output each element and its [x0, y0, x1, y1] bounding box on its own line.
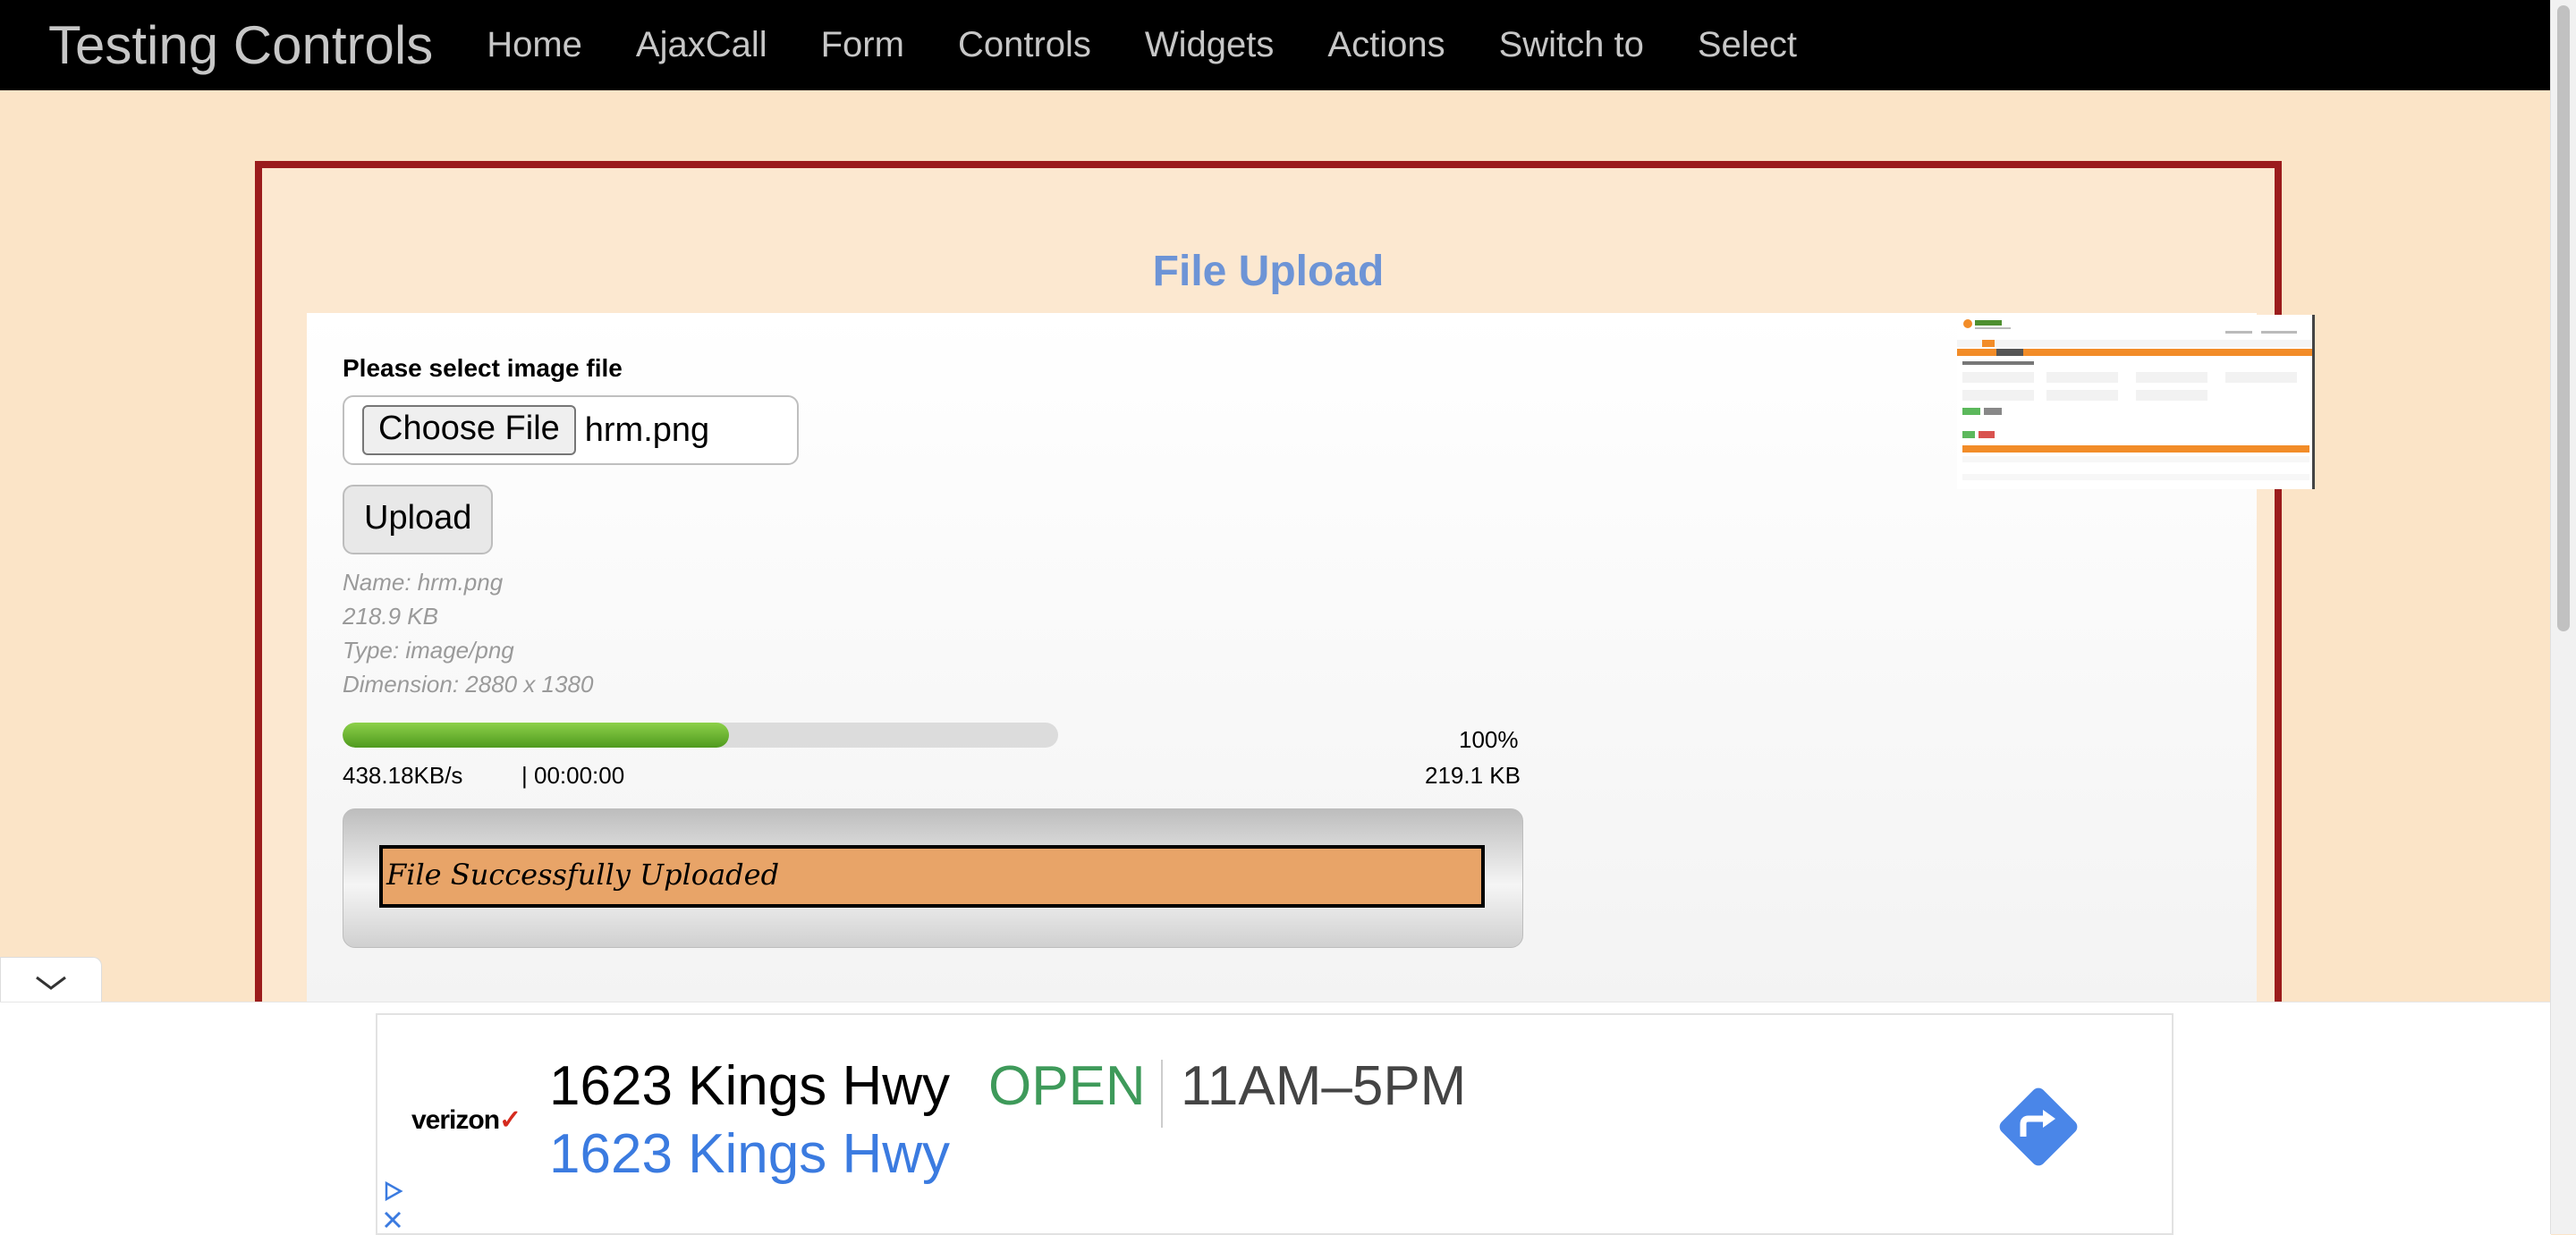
chevron-down-icon	[36, 976, 66, 990]
verizon-logo: verizon✓	[411, 1105, 521, 1135]
file-name-info: Name: hrm.png	[343, 569, 504, 596]
ad-divider	[1161, 1060, 1163, 1128]
upload-button[interactable]: Upload	[343, 485, 494, 554]
nav-widgets[interactable]: Widgets	[1118, 25, 1301, 65]
progress-percent: 100%	[1459, 726, 1519, 753]
close-icon[interactable]	[381, 1208, 404, 1231]
upload-time: | 00:00:00	[521, 762, 625, 789]
nav-ajaxcall[interactable]: AjaxCall	[609, 25, 794, 65]
adchoices-icon[interactable]	[381, 1180, 404, 1203]
preview-thumbnail-graphic	[1957, 315, 2312, 489]
upload-panel: Please select image file Choose File hrm…	[307, 313, 2315, 1002]
ad-banner-bar: verizon✓ 1623 Kings Hwy OPEN 11AM–5PM 16…	[0, 1002, 2551, 1235]
file-size-info: 218.9 KB	[343, 603, 438, 630]
ad-hours: 11AM–5PM	[1181, 1055, 1467, 1117]
brand-title[interactable]: Testing Controls	[48, 14, 433, 76]
nav-home[interactable]: Home	[460, 25, 609, 65]
page-scrollbar[interactable]	[2550, 0, 2576, 1234]
nav-actions[interactable]: Actions	[1301, 25, 1471, 65]
choose-file-button[interactable]: Choose File	[362, 405, 576, 455]
nav-switch-to[interactable]: Switch to	[1472, 25, 1671, 65]
ad-open-status: OPEN	[988, 1055, 1146, 1117]
uploaded-size: 219.1 KB	[1425, 762, 1521, 789]
status-container: File Successfully Uploaded	[343, 808, 1523, 948]
file-dimension-info: Dimension: 2880 x 1380	[343, 671, 594, 698]
select-file-label: Please select image file	[343, 354, 623, 382]
upload-speed: 438.18KB/s	[343, 762, 463, 789]
ad-address-link[interactable]: 1623 Kings Hwy	[549, 1122, 950, 1186]
scrollbar-thumb[interactable]	[2557, 5, 2570, 631]
nav-controls[interactable]: Controls	[931, 25, 1118, 65]
ad-collapse-tab[interactable]	[0, 957, 102, 1002]
file-input[interactable]: Choose File hrm.png	[343, 395, 799, 465]
progress-bar-fill	[343, 723, 729, 748]
nav-form[interactable]: Form	[794, 25, 931, 65]
file-type-info: Type: image/png	[343, 637, 514, 664]
chosen-file-name: hrm.png	[584, 410, 710, 449]
directions-icon[interactable]	[1989, 1078, 2088, 1176]
nav-select[interactable]: Select	[1671, 25, 1824, 65]
uploaded-image-preview	[1957, 315, 2315, 489]
success-message: File Successfully Uploaded	[379, 845, 1485, 908]
progress-bar	[343, 723, 1058, 748]
top-navbar: Testing Controls Home AjaxCall Form Cont…	[0, 0, 2551, 90]
ad-banner[interactable]: verizon✓ 1623 Kings Hwy OPEN 11AM–5PM 16…	[376, 1013, 2174, 1235]
ad-address: 1623 Kings Hwy	[549, 1055, 951, 1117]
page-title: File Upload	[1152, 248, 1385, 295]
